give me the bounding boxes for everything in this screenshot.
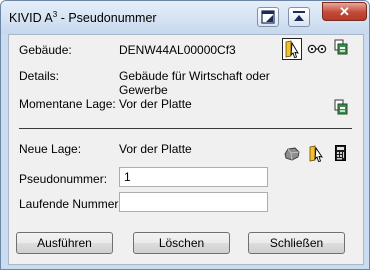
momentane-lage-label: Momentane Lage: — [19, 97, 116, 111]
close-window-button[interactable]: ✕ — [322, 2, 367, 21]
collapse-icon — [293, 11, 305, 21]
collapse-button[interactable] — [288, 7, 310, 27]
pseudonummer-label: Pseudonummer: — [19, 172, 108, 186]
momentane-lage-value: Vor der Platte — [119, 97, 192, 111]
dialog-content: Gebäude: DENW44AL00000Cf3 Details: Gebäu… — [8, 34, 364, 265]
neue-lage-value: Vor der Platte — [119, 142, 192, 156]
details-value-line2: Gewerbe — [119, 83, 168, 97]
dialog-window: KIVID A3 - Pseudonummer ✕ Gebäude: DENW4… — [0, 0, 370, 270]
database-icon[interactable] — [334, 99, 348, 115]
close-icon: ✕ — [339, 4, 350, 19]
window-mode-icon — [261, 10, 275, 24]
pseudonummer-input[interactable]: 1 — [119, 167, 268, 187]
laufende-nummer-label: Laufende Nummer: — [19, 197, 122, 211]
shape-icon[interactable] — [283, 146, 301, 161]
gebaeude-value: DENW44AL00000Cf3 — [119, 43, 236, 57]
database-icon[interactable] — [334, 39, 348, 55]
calculator-icon[interactable] — [335, 145, 346, 161]
delete-button[interactable]: Löschen — [133, 232, 230, 254]
execute-button[interactable]: Ausführen — [16, 232, 113, 254]
window-title: KIVID A3 - Pseudonummer — [9, 10, 157, 25]
section-divider — [19, 128, 352, 129]
laufende-nummer-input[interactable] — [119, 192, 268, 212]
view-icon[interactable] — [307, 44, 327, 54]
details-value-line1: Gebäude für Wirtschaft oder — [119, 69, 270, 83]
close-button[interactable]: Schließen — [248, 232, 345, 254]
window-mode-button[interactable] — [257, 7, 279, 27]
pick-building-icon[interactable] — [282, 38, 302, 60]
gebaeude-label: Gebäude: — [19, 43, 72, 57]
title-bar[interactable]: KIVID A3 - Pseudonummer ✕ — [1, 1, 369, 34]
pick-building-icon[interactable] — [308, 144, 324, 162]
neue-lage-label: Neue Lage: — [19, 142, 82, 156]
details-label: Details: — [19, 69, 60, 83]
